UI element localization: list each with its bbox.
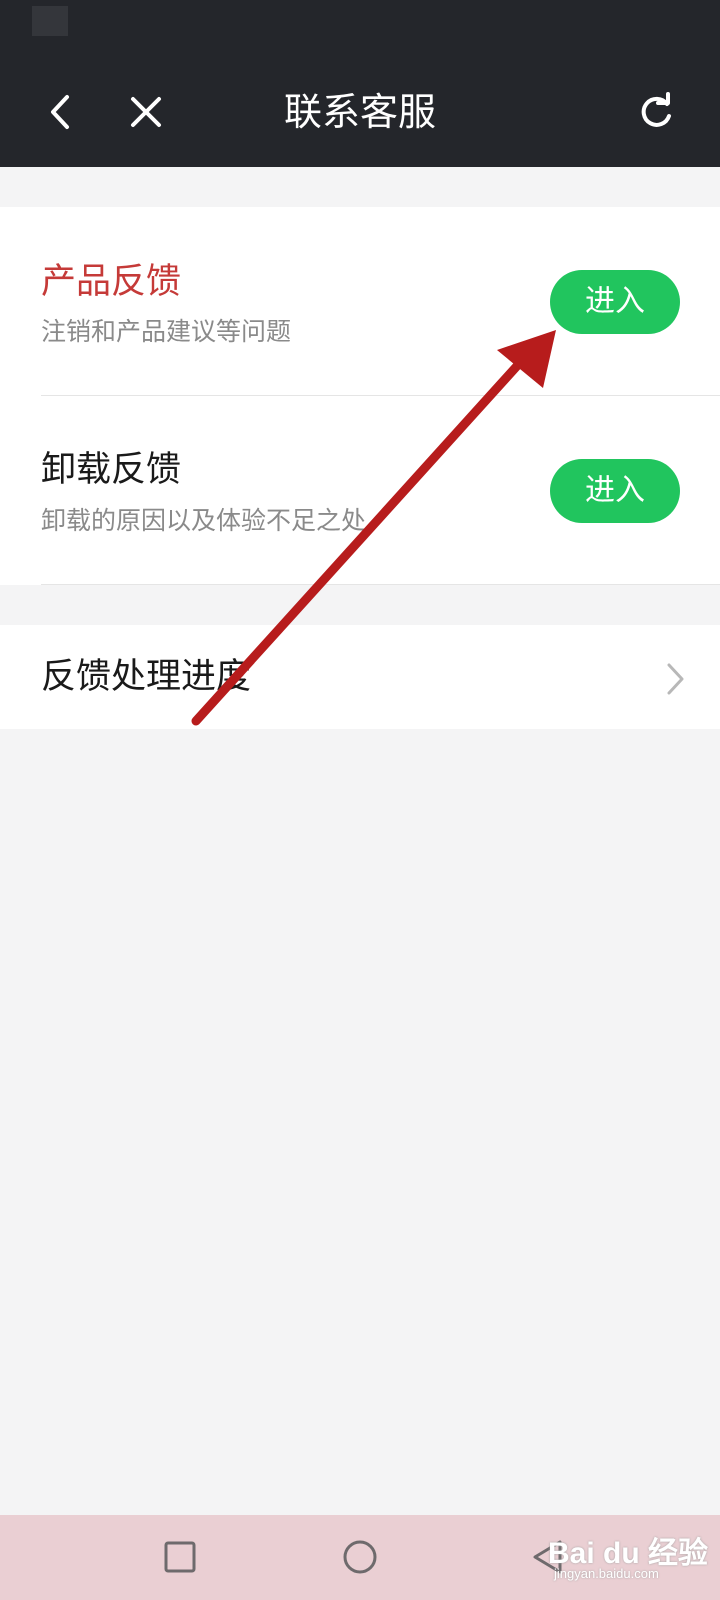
product-feedback-subtitle: 注销和产品建议等问题 (41, 317, 292, 346)
product-feedback-enter-button[interactable]: 进入 (550, 270, 680, 334)
feedback-card: 产品反馈 注销和产品建议等问题 进入 卸载反馈 卸载的原因以及体验不足之处 进入 (0, 207, 720, 585)
status-icon (32, 6, 68, 36)
uninstall-feedback-title: 卸载反馈 (41, 450, 182, 490)
watermark-url: jingyan.baidu.com (554, 1566, 659, 1581)
close-icon (131, 97, 161, 127)
chevron-left-icon (51, 95, 69, 129)
divider (41, 395, 720, 396)
status-bar (0, 0, 720, 42)
refresh-icon (641, 92, 671, 127)
circle-icon[interactable] (338, 1535, 382, 1579)
baidu-watermark: Bai du 经验 jingyan.baidu.com (548, 1528, 718, 1588)
chevron-right-icon (667, 663, 684, 695)
back-button[interactable] (36, 88, 84, 136)
top-bar: 联系客服 (0, 0, 720, 167)
feedback-progress-label: 反馈处理进度 (41, 657, 252, 697)
product-feedback-title: 产品反馈 (41, 262, 182, 302)
uninstall-feedback-subtitle: 卸载的原因以及体验不足之处 (41, 506, 367, 535)
divider (41, 584, 720, 585)
square-icon[interactable] (158, 1535, 202, 1579)
page-title: 联系客服 (283, 90, 436, 134)
close-button[interactable] (122, 88, 170, 136)
refresh-button[interactable] (632, 88, 680, 136)
uninstall-feedback-enter-button[interactable]: 进入 (550, 459, 680, 523)
feedback-progress-row[interactable]: 反馈处理进度 (0, 625, 720, 729)
